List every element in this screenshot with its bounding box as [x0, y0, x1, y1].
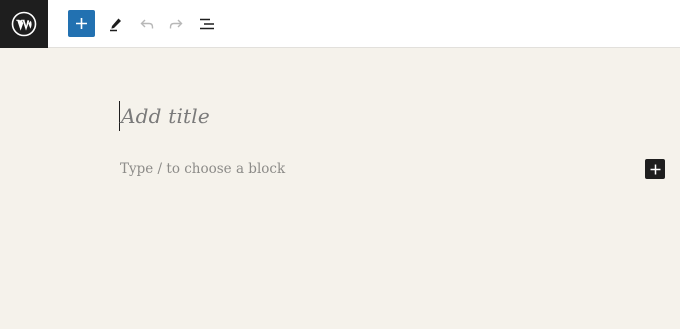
tools-button[interactable] [102, 10, 130, 38]
list-view-button[interactable] [193, 10, 221, 38]
default-block-placeholder[interactable]: Type / to choose a block [120, 161, 285, 177]
wordpress-logo-button[interactable] [0, 0, 48, 48]
redo-icon [169, 19, 183, 29]
editor-canvas: Add title Type / to choose a block [0, 49, 680, 329]
add-block-button[interactable] [68, 10, 95, 37]
undo-button[interactable] [133, 10, 161, 38]
redo-button[interactable] [162, 10, 190, 38]
block-inserter-button[interactable] [645, 159, 665, 179]
post-title-placeholder[interactable]: Add title [121, 104, 210, 128]
plus-icon [76, 18, 87, 29]
list-view-icon [200, 18, 214, 30]
text-cursor [119, 101, 120, 131]
undo-icon [140, 19, 154, 29]
plus-icon [650, 164, 660, 174]
post-title-field[interactable]: Add title [119, 101, 210, 131]
pencil-icon [110, 18, 121, 32]
editor-header [0, 0, 680, 48]
wordpress-logo-icon [11, 11, 37, 37]
